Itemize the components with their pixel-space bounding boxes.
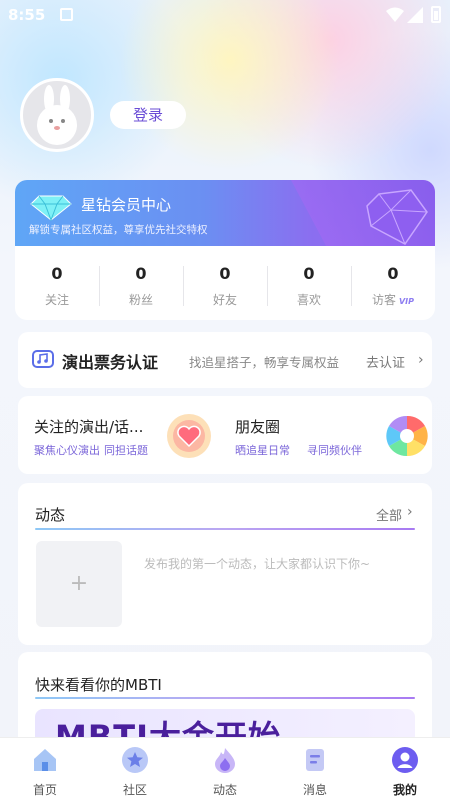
wifi-icon [386,7,404,22]
vip-card[interactable]: 星钻会员中心 解锁专属社区权益，尊享优先社交特权 0 关注 0 粉丝 0 好友 … [15,180,435,320]
stat-visitors[interactable]: 0 访客 VIP [351,250,435,320]
flame-icon [215,748,235,773]
nav-messages-label: 消息 [302,783,327,797]
heart-icon [167,414,211,458]
dynamics-all-link[interactable]: 全部 [376,505,402,524]
vip-subtitle: 解锁专属社区权益，尊享优先社交特权 [29,224,208,236]
vip-title: 星钻会员中心 [81,196,172,214]
add-post-button[interactable]: + [36,541,122,627]
nav-profile[interactable]: 我的 [360,738,450,800]
stat-friends[interactable]: 0 好友 [183,250,267,320]
star-icon [122,747,148,773]
nav-messages[interactable]: 消息 [270,738,360,800]
nav-community-label: 社区 [122,783,147,797]
moments-entry[interactable]: 朋友圈 晒追星日常 寻同频伙伴 [225,396,432,474]
feature-row: 关注的演出/话... 聚焦心仪演出 同担话题 朋友圈 晒追星日常 寻同频伙伴 [18,396,432,474]
nav-dynamics-label: 动态 [212,783,237,797]
stat-likes[interactable]: 0 喜欢 [267,250,351,320]
stat-label: 访客 VIP [351,291,435,308]
ticket-cert-title: 演出票务认证 [62,353,159,372]
stat-value: 0 [135,264,147,283]
ticket-cert-card[interactable]: 演出票务认证 找追星搭子，畅享专属权益 去认证 › [18,332,432,388]
stat-label: 关注 [44,293,69,307]
profile-icon [392,747,418,773]
dynamics-section: 动态 全部 › + 发布我的第一个动态，让大家都认识下你~ [18,483,432,645]
stat-label-text: 访客 [371,293,396,307]
status-bar: 8:55 [0,0,450,30]
chevron-right-icon: › [418,352,424,368]
login-button[interactable]: 登录 [110,101,186,129]
notification-icon [60,8,73,21]
aperture-icon [386,415,428,457]
stats-row: 0 关注 0 粉丝 0 好友 0 喜欢 0 访客 VIP [15,250,435,320]
home-icon [34,749,56,771]
followed-shows-sub2: 同担话题 [104,444,148,457]
stat-label: 好友 [212,293,237,307]
stat-value: 0 [219,264,231,283]
crystal-icon [366,189,428,245]
nav-community[interactable]: 社区 [90,738,180,800]
nav-profile-label: 我的 [392,783,417,797]
stat-value: 0 [303,264,315,283]
moments-sub2: 寻同频伙伴 [307,444,362,457]
section-divider [35,528,415,530]
followed-shows-title: 关注的演出/话... [34,418,144,436]
dynamics-empty-prompt: 发布我的第一个动态，让大家都认识下你~ [144,557,371,571]
vip-badge: VIP [398,297,415,306]
battery-icon [431,6,441,23]
stat-following[interactable]: 0 关注 [15,250,99,320]
stat-value: 0 [51,264,63,283]
diamond-icon [30,195,72,222]
dynamics-title: 动态 [35,506,66,524]
ticket-cert-subtitle: 找追星搭子，畅享专属权益 [189,355,340,370]
followed-shows-entry[interactable]: 关注的演出/话... 聚焦心仪演出 同担话题 [18,396,218,474]
moments-sub1: 晒追星日常 [235,444,290,457]
nav-dynamics[interactable]: 动态 [180,738,270,800]
music-ticket-icon [32,350,54,368]
nav-home-label: 首页 [32,783,57,797]
go-certify-link[interactable]: 去认证 [366,352,405,371]
message-icon [306,749,324,771]
stat-label: 粉丝 [128,293,153,307]
mbti-title: 快来看看你的MBTI [35,676,162,694]
stat-fans[interactable]: 0 粉丝 [99,250,183,320]
stat-value: 0 [387,264,399,283]
avatar[interactable] [20,78,94,152]
followed-shows-sub1: 聚焦心仪演出 [34,444,100,457]
stat-label: 喜欢 [296,293,321,307]
status-time: 8:55 [8,6,46,24]
rabbit-avatar-icon [37,85,77,145]
bottom-nav: 首页 社区 动态 消息 我的 [0,737,450,800]
vip-banner[interactable]: 星钻会员中心 解锁专属社区权益，尊享优先社交特权 [15,180,435,246]
chevron-right-icon: › [407,504,413,520]
section-divider [35,697,415,699]
moments-title: 朋友圈 [235,418,281,436]
nav-home[interactable]: 首页 [0,738,90,800]
signal-icon [407,7,423,23]
